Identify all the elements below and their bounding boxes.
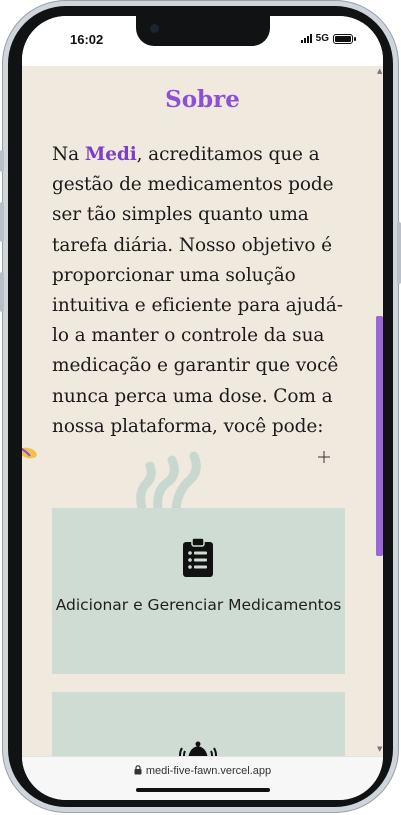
- home-indicator[interactable]: [136, 788, 270, 792]
- scrollbar-thumb[interactable]: [376, 316, 383, 556]
- phone-screen: 16:02 5G Sobre Na Medi, acreditamos que …: [22, 16, 383, 800]
- page-content[interactable]: Sobre Na Medi, acreditamos que a gestão …: [22, 66, 383, 756]
- browser-url-bar[interactable]: medi-five-fawn.vercel.app: [22, 756, 383, 800]
- clipboard-list-icon: [183, 538, 213, 577]
- status-time: 16:02: [70, 32, 104, 47]
- network-label: 5G: [315, 33, 329, 44]
- scroll-down-arrow[interactable]: ▼: [377, 746, 382, 753]
- front-camera: [150, 24, 159, 33]
- bell-ringing-icon: [179, 741, 217, 756]
- status-icons: 5G: [300, 33, 356, 44]
- signal-icon: [300, 34, 312, 43]
- url-display[interactable]: medi-five-fawn.vercel.app: [22, 765, 383, 777]
- brand-name: Medi: [84, 144, 137, 165]
- power-button: [397, 222, 401, 284]
- silent-switch: [0, 150, 4, 172]
- notch: [136, 16, 270, 46]
- phone-frame: 16:02 5G Sobre Na Medi, acreditamos que …: [0, 0, 401, 813]
- feature-title: Adicionar e Gerenciar Medicamentos: [55, 596, 342, 614]
- url-text: medi-five-fawn.vercel.app: [145, 765, 272, 777]
- volume-down-button: [0, 272, 4, 312]
- battery-icon: [333, 33, 356, 44]
- status-bar: 16:02 5G: [22, 16, 383, 66]
- about-paragraph: Na Medi, acreditamos que a gestão de med…: [52, 140, 354, 442]
- feature-card[interactable]: [52, 692, 345, 756]
- feature-card[interactable]: Adicionar e Gerenciar Medicamentos: [52, 508, 345, 674]
- sparkle-decoration: [318, 451, 330, 463]
- about-text: , acreditamos que a gestão de medicament…: [52, 144, 343, 437]
- lock-icon: [134, 765, 142, 775]
- yellow-blob-decoration: [22, 447, 37, 459]
- about-prefix: Na: [52, 144, 85, 165]
- seaweed-decoration: [136, 451, 201, 510]
- volume-up-button: [0, 202, 4, 242]
- about-title: Sobre: [165, 86, 240, 113]
- scroll-up-arrow[interactable]: ▲: [377, 68, 382, 75]
